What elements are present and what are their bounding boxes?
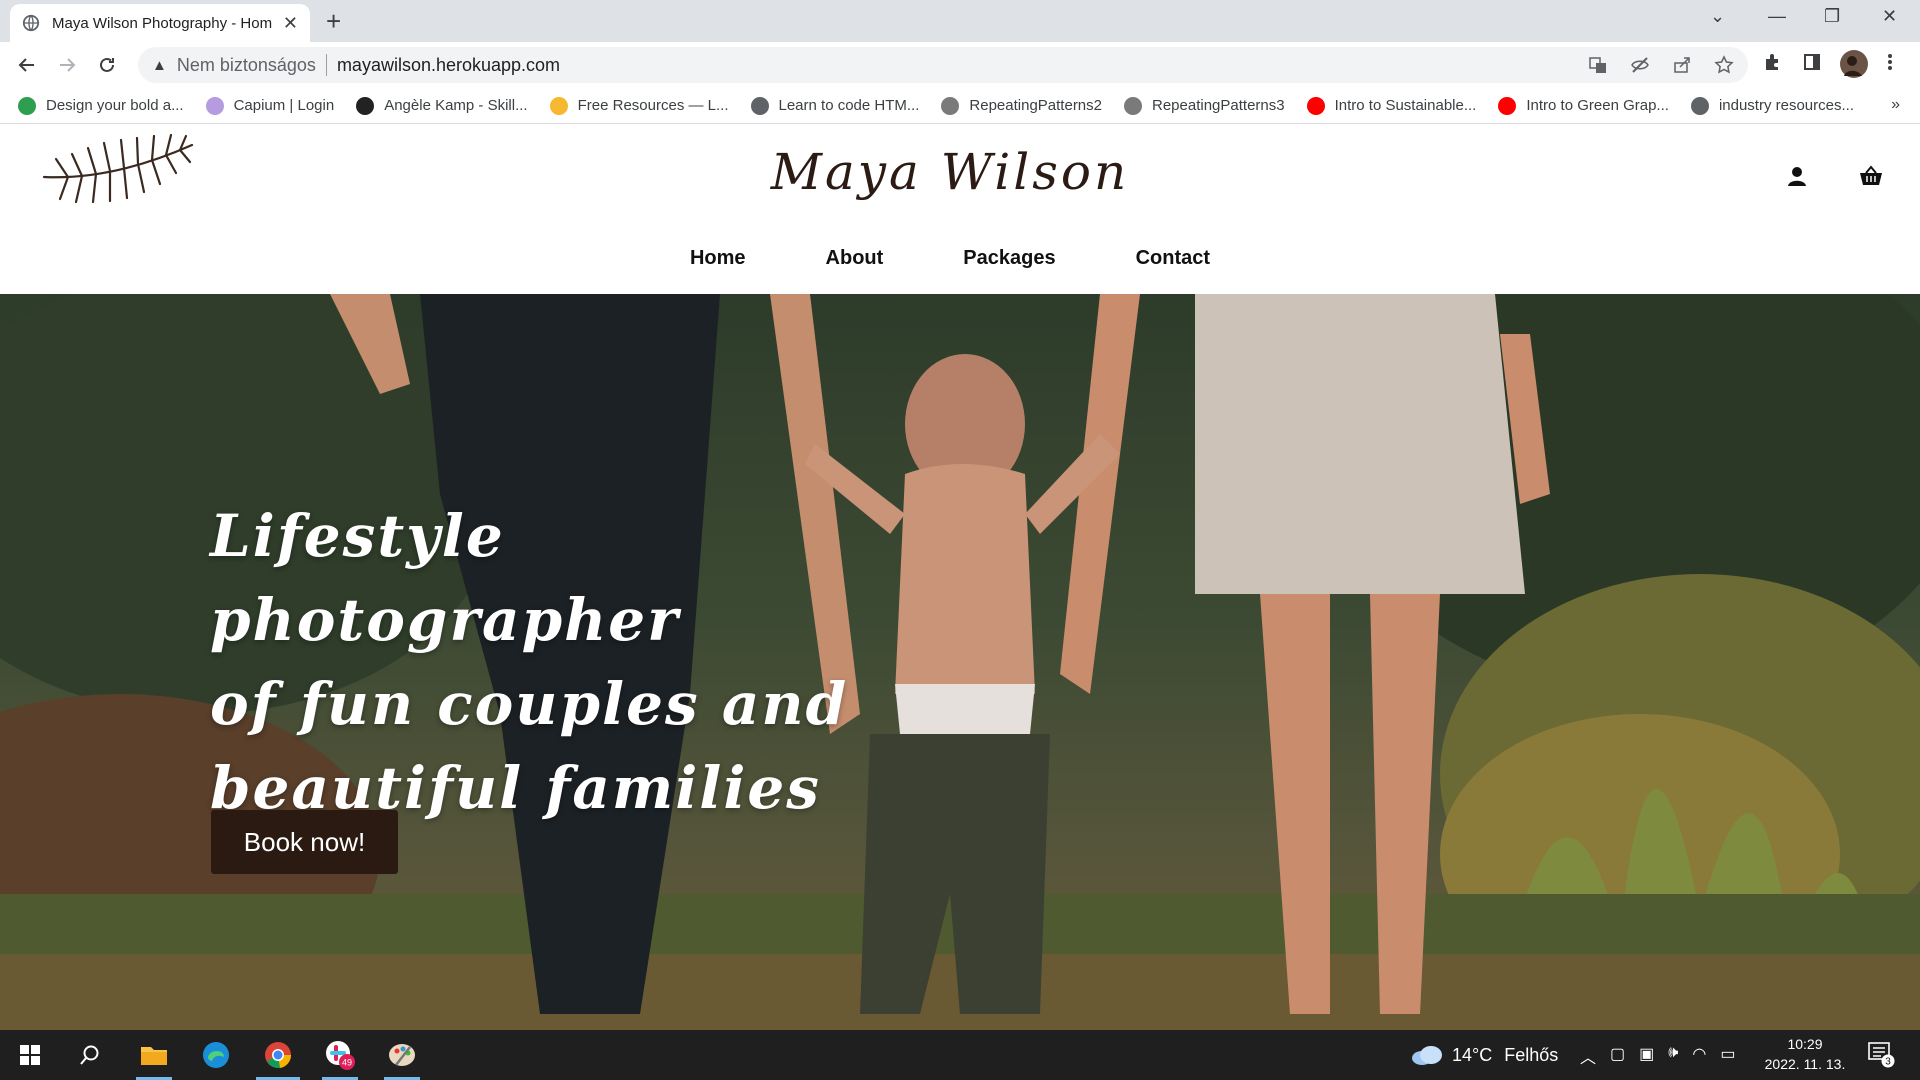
extensions-icon[interactable] [1762,52,1782,72]
bookmarks-more-icon[interactable]: » [1891,96,1900,114]
bookmark-label: Learn to code HTM... [778,97,920,114]
windows-start-icon[interactable] [2,1030,58,1080]
share-icon[interactable] [1672,55,1692,75]
divider [325,54,327,76]
cloud-icon [1412,1046,1442,1065]
paint-icon[interactable] [374,1030,430,1080]
youtube-icon [1306,96,1325,115]
url-text[interactable]: mayawilson.herokuapp.com [337,55,560,76]
bookmark-item[interactable]: industry resources... [1690,96,1854,115]
globe-icon [1690,96,1709,115]
back-icon[interactable] [14,52,40,78]
translate-icon[interactable] [1588,55,1608,75]
basket-icon[interactable] [1858,165,1884,187]
bookmark-label: Free Resources — L... [577,97,729,114]
bookmark-label: Intro to Green Grap... [1526,97,1669,114]
notification-center-icon[interactable]: 3 [1868,1042,1896,1073]
bookmark-label: RepeatingPatterns2 [969,97,1102,114]
bookmark-item[interactable]: Free Resources — L... [549,96,729,115]
site-title[interactable]: Maya Wilson [0,143,1900,201]
hero-section: Lifestyle photographer of fun couples an… [0,294,1920,1030]
display-icon[interactable]: ▣ [1639,1044,1654,1068]
bookmark-item[interactable]: Learn to code HTM... [750,96,920,115]
bookmark-label: RepeatingPatterns3 [1152,97,1285,114]
browser-tab[interactable]: Maya Wilson Photography - Hom ✕ [10,4,310,42]
minimize-icon[interactable]: — [1768,6,1786,27]
new-tab-button[interactable]: + [326,8,341,34]
book-now-button[interactable]: Book now! [211,810,398,874]
volume-icon[interactable]: 🕪 [1668,1044,1678,1068]
bookmark-label: Intro to Sustainable... [1334,97,1477,114]
bookmark-item[interactable]: Design your bold a... [18,96,184,115]
bookmark-item[interactable]: Angèle Kamp - Skill... [356,96,528,115]
tab-strip: Maya Wilson Photography - Hom ✕ + ⌄ — ❐ … [0,0,1920,42]
eye-off-icon[interactable] [1630,55,1650,75]
globe-icon [22,14,40,32]
bookmark-item[interactable]: RepeatingPatterns3 [1124,96,1285,115]
side-panel-icon[interactable] [1802,52,1822,72]
bookmark-item[interactable]: RepeatingPatterns2 [941,96,1102,115]
user-icon[interactable] [1786,165,1808,187]
close-tab-icon[interactable]: ✕ [283,13,298,34]
security-label[interactable]: Nem biztonságos [177,55,316,76]
windows-taskbar: 49 14°C Felhős ︿ ▢ ▣ 🕪 ◠ ▭ 10:29 2022. 1… [0,1030,1920,1080]
star-icon[interactable] [1714,55,1734,75]
edge-icon[interactable] [188,1030,244,1080]
system-tray: ︿ ▢ ▣ 🕪 ◠ ▭ [1580,1044,1735,1068]
nav-contact[interactable]: Contact [1136,247,1210,270]
profile-avatar[interactable] [1840,50,1868,78]
meet-now-icon[interactable]: ▢ [1610,1044,1625,1068]
battery-icon[interactable]: ▭ [1720,1044,1735,1068]
globe-icon [750,96,769,115]
chevron-up-icon[interactable]: ︿ [1580,1044,1596,1068]
tab-title: Maya Wilson Photography - Hom [52,14,272,32]
site-header: Maya Wilson Home About Packages Contact [0,125,1920,294]
slack-badge: 49 [342,1058,352,1068]
restore-icon[interactable]: ❐ [1824,6,1840,27]
notification-count: 3 [1885,1057,1891,1068]
browser-toolbar: ▲ Nem biztonságos mayawilson.herokuapp.c… [0,42,1920,88]
sk-icon [356,96,375,115]
capium-icon [205,96,224,115]
bookmark-item[interactable]: Intro to Sustainable... [1306,96,1477,115]
forward-icon[interactable] [54,52,80,78]
slack-icon[interactable]: 49 [312,1030,368,1080]
bookmark-label: Capium | Login [233,97,335,114]
yellow-dot-icon [549,96,568,115]
tab-search-icon[interactable]: ⌄ [1710,6,1725,27]
window-close-icon[interactable]: ✕ [1882,6,1897,27]
chrome-icon[interactable] [250,1030,306,1080]
weather-widget[interactable]: 14°C Felhős [1410,1044,1558,1066]
menu-icon[interactable] [1886,52,1894,72]
warning-icon[interactable]: ▲ [152,57,167,74]
weather-desc: Felhős [1504,1044,1559,1065]
bookmark-label: Design your bold a... [46,97,184,114]
wifi-icon[interactable]: ◠ [1692,1044,1706,1068]
pattern-icon [941,96,960,115]
bookmark-item[interactable]: Intro to Green Grap... [1498,96,1669,115]
hero-heading: Lifestyle photographer of fun couples an… [210,494,910,830]
main-navigation: Home About Packages Contact [0,247,1900,270]
nav-about[interactable]: About [826,247,884,270]
youtube-icon [1498,96,1517,115]
hero-line-1: Lifestyle photographer [210,502,680,654]
clock-time: 10:29 [1787,1036,1823,1052]
hero-line-2: of fun couples and [210,670,849,738]
nav-packages[interactable]: Packages [963,247,1055,270]
clock-date: 2022. 11. 13. [1764,1056,1846,1072]
bookmark-label: industry resources... [1718,97,1854,114]
reload-icon[interactable] [94,52,120,78]
bookmark-label: Angèle Kamp - Skill... [384,97,528,114]
green-f-icon [18,96,36,115]
system-clock[interactable]: 10:29 2022. 11. 13. [1760,1034,1850,1074]
weather-temp: 14°C [1452,1044,1493,1065]
file-explorer-icon[interactable] [126,1030,182,1080]
bookmarks-bar: Design your bold a... Capium | Login Angèl… [0,88,1920,124]
address-bar[interactable]: ▲ Nem biztonságos mayawilson.herokuapp.c… [138,47,1748,83]
search-icon[interactable] [62,1030,118,1080]
bookmark-item[interactable]: Capium | Login [205,96,335,115]
nav-home[interactable]: Home [690,247,746,270]
pattern-icon [1124,96,1142,115]
